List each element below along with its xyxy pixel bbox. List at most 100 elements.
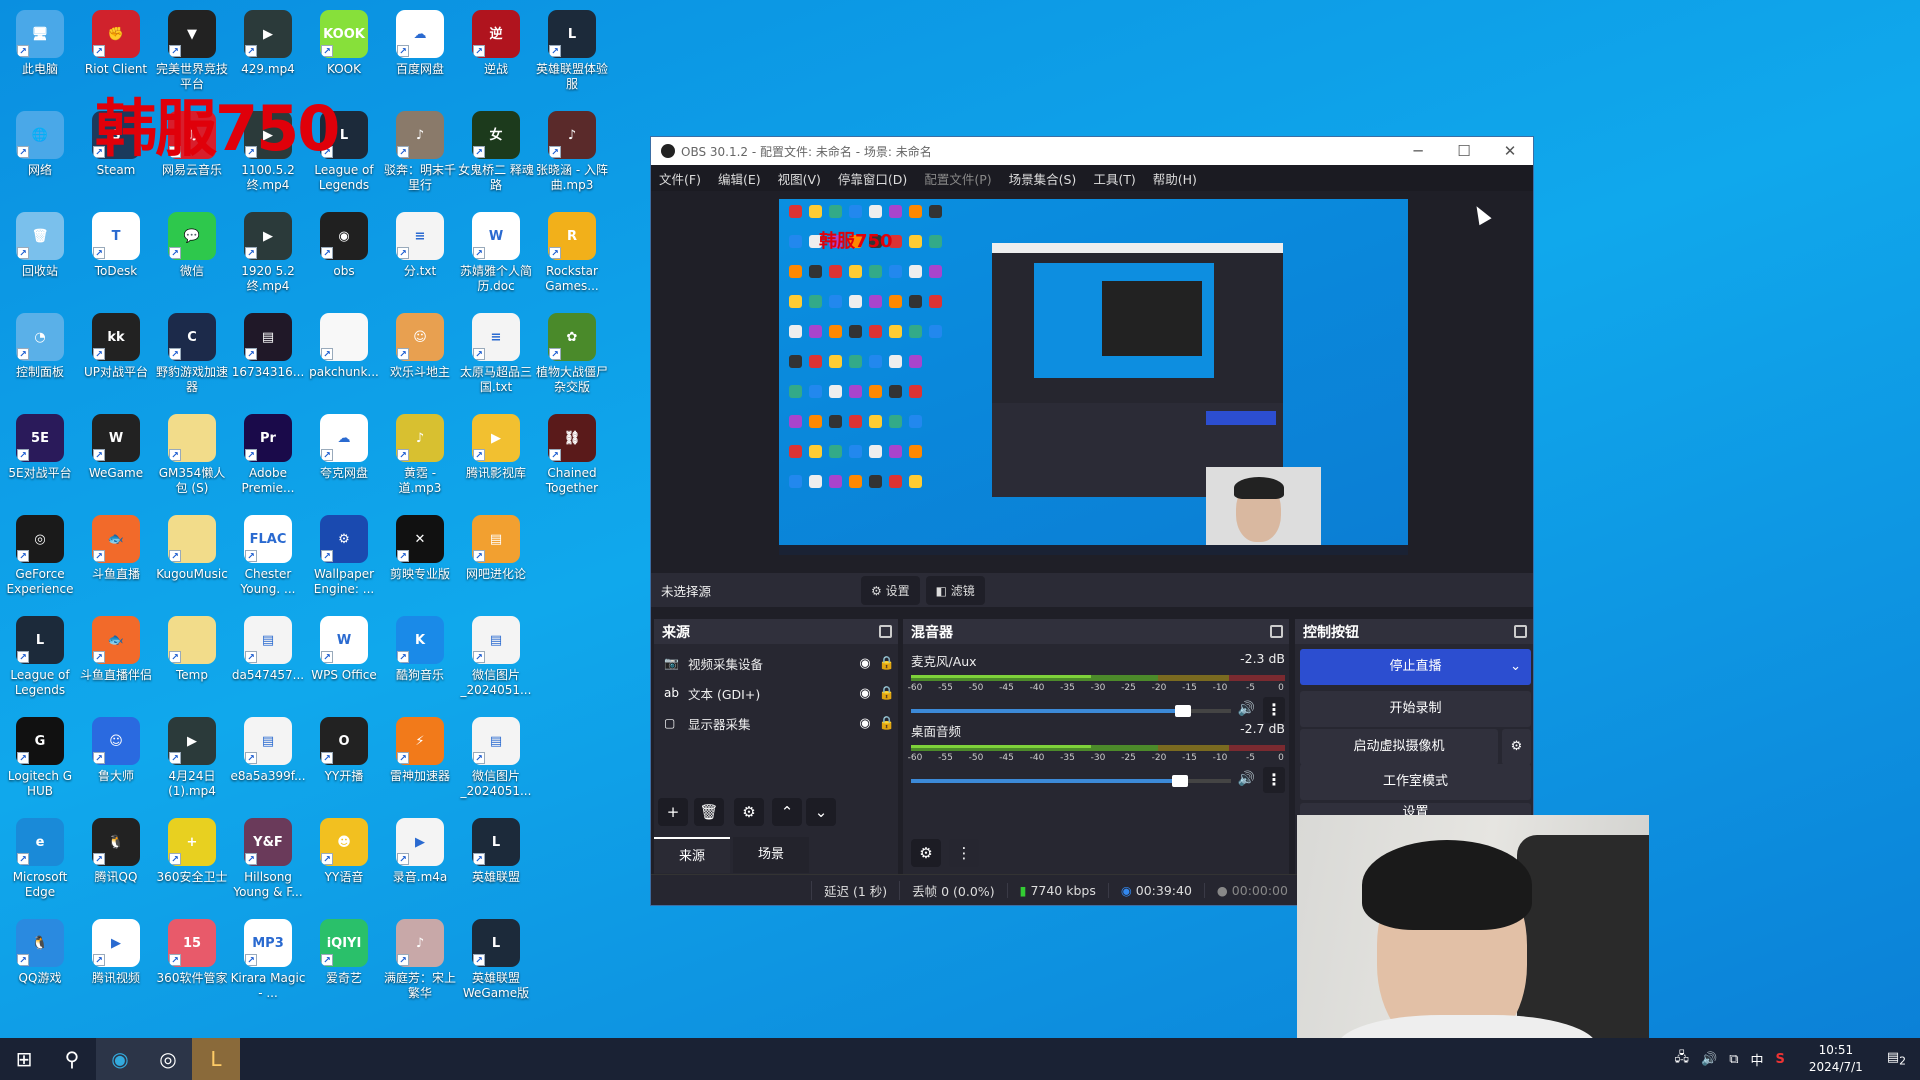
desktop-icon[interactable]: ▤ ↗ 微信图片_2024051... — [458, 610, 534, 698]
minimize-button[interactable]: ─ — [1395, 142, 1441, 160]
sogou-icon[interactable]: S — [1776, 1052, 1785, 1067]
desktop-icon[interactable]: ▼ ↗ 完美世界竞技平台 — [154, 4, 230, 92]
source-filters-button[interactable]: ◧ 滤镜 — [925, 575, 985, 605]
desktop-icon[interactable]: 逆 ↗ 逆战 — [458, 4, 534, 77]
desktop-icon[interactable]: ⚙ ↗ Wallpaper Engine: ... — [306, 509, 382, 597]
virtual-camera-button[interactable]: 启动虚拟摄像机 — [1300, 729, 1498, 765]
desktop-icon[interactable]: 🐟 ↗ 斗鱼直播伴侣 — [78, 610, 154, 683]
desktop-icon[interactable]: 5E ↗ 5E对战平台 — [2, 408, 78, 481]
desktop-icon[interactable]: ☺ ↗ 欢乐斗地主 — [382, 307, 458, 380]
menu-item[interactable]: 帮助(H) — [1153, 169, 1197, 188]
desktop-icon[interactable]: 🐧 ↗ 腾讯QQ — [78, 812, 154, 885]
desktop-icon[interactable]: ▤ ↗ 16734316... — [230, 307, 306, 380]
desktop-icon[interactable]: G ↗ Logitech G HUB — [2, 711, 78, 799]
more-options-icon[interactable]: ⋮ — [1263, 697, 1285, 723]
desktop-icon[interactable]: ♪ ↗ 满庭芳：宋上繁华 — [382, 913, 458, 1001]
menu-item[interactable]: 编辑(E) — [718, 169, 761, 188]
desktop-icon[interactable]: 女 ↗ 女鬼桥二 释魂路 — [458, 105, 534, 193]
eye-icon[interactable]: ◉ — [854, 656, 876, 671]
desktop-icon[interactable]: ▶ ↗ 1920 5.2终.mp4 — [230, 206, 306, 294]
desktop-icon[interactable]: ▤ ↗ 网吧进化论 — [458, 509, 534, 582]
desktop-icon[interactable]: ♫ ↗ 网易云音乐 — [154, 105, 230, 178]
virtual-camera-settings-icon[interactable]: ⚙ — [1502, 729, 1531, 765]
source-item[interactable]: ab 文本 (GDI+) ◉ 🔒 — [654, 678, 898, 708]
desktop-icon[interactable]: ↗ pakchunk... — [306, 307, 382, 380]
menu-item[interactable]: 文件(F) — [659, 169, 701, 188]
desktop-icon[interactable]: Y&F ↗ Hillsong Young & F... — [230, 812, 306, 900]
lock-icon[interactable]: 🔒 — [876, 656, 898, 671]
desktop-icon[interactable]: ≡ ↗ 分.txt — [382, 206, 458, 279]
desktop-icon[interactable]: ♪ ↗ 张晓涵 - 入阵曲.mp3 — [534, 105, 610, 193]
preview-canvas[interactable]: 韩服750 — [779, 199, 1408, 555]
desktop-icon[interactable]: T ↗ ToDesk — [78, 206, 154, 279]
start-button[interactable]: ⊞ — [0, 1038, 48, 1080]
desktop-icon[interactable]: FLAC ↗ Chester Young. ... — [230, 509, 306, 597]
advanced-audio-button[interactable]: ⚙ — [911, 839, 941, 867]
menu-item[interactable]: 工具(T) — [1093, 169, 1135, 188]
volume-slider[interactable] — [911, 771, 1231, 791]
desktop-icon[interactable]: ◎ ↗ GeForce Experience — [2, 509, 78, 597]
desktop-icon[interactable]: W ↗ WeGame — [78, 408, 154, 481]
desktop-icon[interactable]: ↗ Temp — [154, 610, 230, 683]
desktop-icon[interactable]: L ↗ League of Legends — [306, 105, 382, 193]
lock-icon[interactable]: 🔒 — [876, 686, 898, 701]
close-button[interactable]: ✕ — [1487, 142, 1533, 160]
desktop-icon[interactable]: L ↗ 英雄联盟 — [458, 812, 534, 885]
desktop-icon[interactable]: W ↗ WPS Office — [306, 610, 382, 683]
network-icon[interactable]: 🖧 — [1675, 1048, 1690, 1070]
desktop-icon[interactable]: MP3 ↗ Kirara Magic - ... — [230, 913, 306, 1001]
desktop-icon[interactable]: ▶ ↗ 腾讯视频 — [78, 913, 154, 986]
menu-item[interactable]: 配置文件(P) — [924, 169, 991, 188]
desktop-icon[interactable]: ▤ ↗ 微信图片_2024051... — [458, 711, 534, 799]
desktop-icon[interactable]: ▶ ↗ 429.mp4 — [230, 4, 306, 77]
menu-item[interactable]: 视图(V) — [778, 169, 821, 188]
desktop-icon[interactable]: ▤ ↗ e8a5a399f... — [230, 711, 306, 784]
desktop-icon[interactable]: ☻ ↗ YY语音 — [306, 812, 382, 885]
desktop-icon[interactable]: kk ↗ UP对战平台 — [78, 307, 154, 380]
ime-indicator[interactable]: 中 — [1751, 1050, 1764, 1069]
desktop-icon[interactable]: ▤ ↗ da547457... — [230, 610, 306, 683]
lock-icon[interactable]: 🔒 — [876, 716, 898, 731]
desktop-icon[interactable]: iQIYI ↗ 爱奇艺 — [306, 913, 382, 986]
desktop-icon[interactable]: ⛓ ↗ Chained Together — [534, 408, 610, 496]
eye-icon[interactable]: ◉ — [854, 686, 876, 701]
menu-item[interactable]: 停靠窗口(D) — [838, 169, 907, 188]
slider-handle[interactable] — [1175, 705, 1191, 717]
desktop-icon[interactable]: ⚡ ↗ 雷神加速器 — [382, 711, 458, 784]
source-properties-button[interactable]: ⚙ — [734, 798, 764, 826]
chevron-down-icon[interactable]: ⌄ — [1510, 649, 1521, 685]
desktop-icon[interactable]: ▶ ↗ 录音.m4a — [382, 812, 458, 885]
search-icon[interactable]: ⚲ — [48, 1038, 96, 1080]
mixer-menu-button[interactable]: ⋮ — [949, 839, 979, 867]
desktop-icon[interactable]: ▶ ↗ 4月24日(1).mp4 — [154, 711, 230, 799]
add-source-button[interactable]: + — [658, 798, 688, 826]
desktop-icon[interactable]: ▶ ↗ 腾讯影视库 — [458, 408, 534, 481]
source-settings-button[interactable]: ⚙ 设置 — [861, 575, 920, 605]
desktop-icon[interactable]: 🖥 ↗ 此电脑 — [2, 4, 78, 77]
move-up-button[interactable]: ⌃ — [772, 798, 802, 826]
desktop-icon[interactable]: ♪ ↗ 黄霑 - 道.mp3 — [382, 408, 458, 496]
eye-icon[interactable]: ◉ — [854, 716, 876, 731]
speaker-icon[interactable]: 🔊 — [1238, 771, 1255, 787]
desktop-icon[interactable]: 🐟 ↗ 斗鱼直播 — [78, 509, 154, 582]
desktop-icon[interactable]: ☁ ↗ 百度网盘 — [382, 4, 458, 77]
desktop-icon[interactable]: L ↗ 英雄联盟WeGame版 — [458, 913, 534, 1001]
desktop-icon[interactable]: ↗ KugouMusic — [154, 509, 230, 582]
desktop-icon[interactable]: ≡ ↗ 太原马超品三国.txt — [458, 307, 534, 395]
speaker-icon[interactable]: 🔊 — [1238, 701, 1255, 717]
desktop-icon[interactable]: L ↗ 英雄联盟体验服 — [534, 4, 610, 92]
volume-icon[interactable]: 🔊 — [1701, 1052, 1717, 1067]
undock-icon[interactable] — [879, 625, 892, 638]
title-bar[interactable]: OBS 30.1.2 - 配置文件: 未命名 - 场景: 未命名 ─ ☐ ✕ — [651, 137, 1533, 165]
desktop-icon[interactable]: ✿ ↗ 植物大战僵尸杂交版 — [534, 307, 610, 395]
desktop-icon[interactable]: ☺ ↗ 鲁大师 — [78, 711, 154, 784]
studio-mode-button[interactable]: 工作室模式 — [1300, 764, 1531, 800]
desktop-icon[interactable]: 🌐 ↗ 网络 — [2, 105, 78, 178]
source-item[interactable]: ▢ 显示器采集 ◉ 🔒 — [654, 708, 898, 738]
taskbar-obs-icon[interactable]: ◎ — [144, 1038, 192, 1080]
desktop-icon[interactable]: ▶ ↗ 1100.5.2终.mp4 — [230, 105, 306, 193]
desktop-icon[interactable]: 💬 ↗ 微信 — [154, 206, 230, 279]
desktop-icon[interactable]: C ↗ 野豹游戏加速器 — [154, 307, 230, 395]
start-recording-button[interactable]: 开始录制 — [1300, 691, 1531, 727]
menu-item[interactable]: 场景集合(S) — [1009, 169, 1077, 188]
